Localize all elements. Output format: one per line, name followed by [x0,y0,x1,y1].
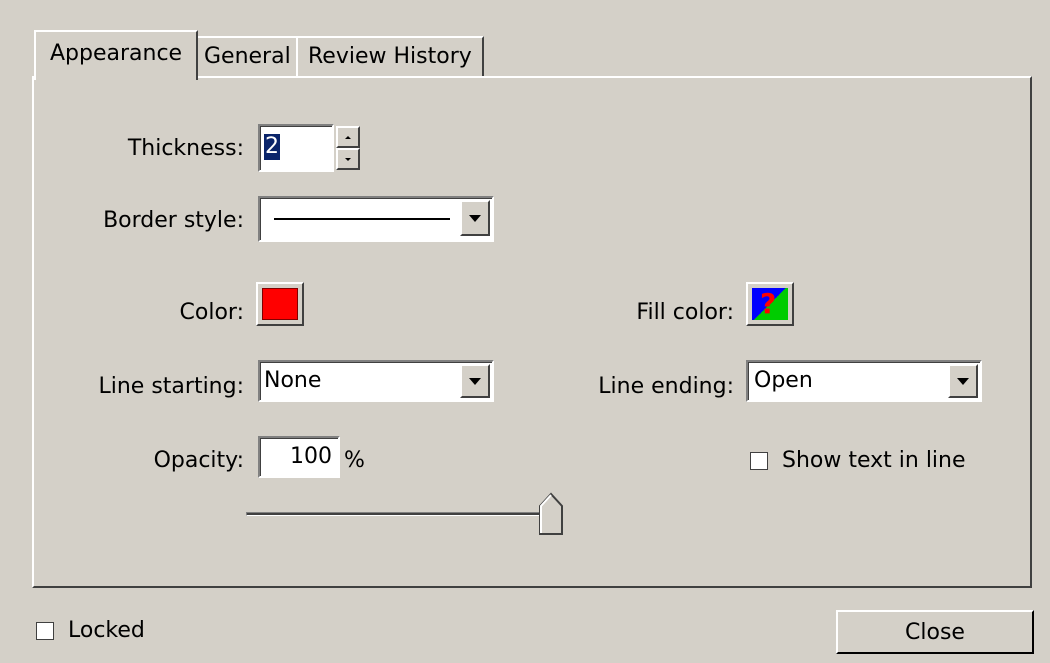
opacity-unit: % [344,448,365,473]
color-swatch [262,288,298,320]
locked-label: Locked [68,618,145,643]
thickness-value: 2 [264,134,280,160]
line-starting-dropdown-button[interactable] [460,364,490,398]
fill-color-label: Fill color: [636,300,734,325]
chevron-down-icon [469,377,481,385]
spin-up-icon [345,135,351,139]
close-button[interactable]: Close [836,610,1034,654]
fill-color-swatch-button[interactable]: ? [746,282,794,326]
close-button-label: Close [905,619,965,645]
spin-down-icon [345,157,351,161]
opacity-slider-track[interactable] [246,512,546,516]
border-style-label: Border style: [103,208,244,233]
question-mark-glyph: ? [760,288,777,320]
chevron-down-icon [957,377,969,385]
opacity-input[interactable]: 100 [258,436,340,478]
locked-checkbox[interactable] [36,622,54,640]
chevron-down-icon [469,214,481,222]
line-ending-select[interactable]: Open [746,360,982,402]
border-style-dropdown-button[interactable] [460,200,490,236]
color-swatch-button[interactable] [256,282,304,326]
show-text-in-line-label: Show text in line [782,448,966,473]
line-ending-value: Open [754,368,813,393]
line-ending-label: Line ending: [598,374,734,399]
no-fill-color-icon: ? [752,288,788,320]
thickness-input[interactable]: 2 [258,124,334,172]
solid-line-preview [274,218,450,220]
line-starting-label: Line starting: [98,374,244,399]
opacity-value: 100 [290,444,332,469]
line-ending-dropdown-button[interactable] [948,364,978,398]
thickness-spin-down[interactable] [336,148,360,170]
thickness-spin-up[interactable] [336,126,360,148]
show-text-in-line-checkbox[interactable] [750,452,768,470]
thickness-label: Thickness: [127,136,244,161]
opacity-label: Opacity: [153,448,244,473]
opacity-slider-thumb[interactable] [538,492,564,536]
border-style-select[interactable] [258,196,494,242]
color-label: Color: [179,300,244,325]
line-starting-value: None [264,368,322,393]
line-starting-select[interactable]: None [258,360,494,402]
